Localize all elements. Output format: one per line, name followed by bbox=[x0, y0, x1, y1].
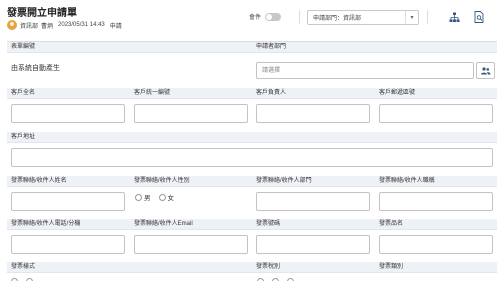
customer-zip-label: 客戶郵遞區號 bbox=[375, 88, 497, 99]
invoice-no-label: 發票號碼 bbox=[252, 219, 375, 230]
chevron-down-icon: ▾ bbox=[405, 11, 418, 24]
contact-gender-label: 發票聯絡/收件人性別 bbox=[130, 176, 252, 187]
dept-select-value: 申請部門：資訊部 bbox=[313, 16, 362, 22]
document-search-icon[interactable] bbox=[471, 9, 487, 25]
applicant-name: 曹炳 bbox=[41, 23, 54, 30]
customer-address-label: 客戶地址 bbox=[7, 132, 497, 143]
contact-title-label: 發票聯絡/收件人職稱 bbox=[375, 176, 497, 187]
product-name-input[interactable] bbox=[379, 235, 493, 254]
contact-name-label: 發票聯絡/收件人姓名 bbox=[7, 176, 130, 187]
product-name-label: 發票品名 bbox=[375, 219, 497, 230]
gender-male-radio[interactable]: 男 bbox=[135, 192, 151, 202]
gender-radio-group: 男 女 bbox=[135, 192, 174, 202]
contact-title-input[interactable] bbox=[379, 192, 493, 211]
invoice-no-input[interactable] bbox=[256, 235, 370, 254]
contact-phone-label: 發票聯絡/收件人電話/分機 bbox=[7, 219, 130, 230]
contact-phone-input[interactable] bbox=[11, 235, 125, 254]
people-icon bbox=[481, 66, 491, 74]
divider bbox=[427, 10, 428, 24]
customer-owner-input[interactable] bbox=[256, 104, 370, 123]
countersign-label: 會件 bbox=[249, 15, 262, 21]
form-no-label: 表單編號 bbox=[7, 42, 252, 53]
applicant-dept-label: 申請者部門 bbox=[252, 42, 497, 53]
divider bbox=[299, 10, 300, 24]
page-title: 發票開立申請單 bbox=[7, 8, 77, 19]
page-header: 發票開立申請單 資訊部 曹炳 2023/05/31 14:43 申請 會件 申請… bbox=[0, 0, 500, 38]
gender-male-label: 男 bbox=[144, 195, 151, 202]
contact-email-input[interactable] bbox=[134, 235, 248, 254]
contact-dept-label: 發票聯絡/收件人部門 bbox=[252, 176, 375, 187]
customer-taxid-label: 客戶統一編號 bbox=[130, 88, 252, 99]
invoice-form: 表單編號 申請者部門 由系統自動產生 請選擇 客戶全名 客戶統一編號 客戶負責人… bbox=[7, 41, 497, 281]
customer-taxid-input[interactable] bbox=[134, 104, 248, 123]
select-people-button[interactable] bbox=[476, 62, 495, 79]
applicant-action: 申請 bbox=[109, 23, 122, 30]
countersign-toggle[interactable] bbox=[265, 12, 282, 21]
customer-owner-label: 客戶負責人 bbox=[252, 88, 375, 99]
tax-type-label: 發票稅別 bbox=[252, 262, 375, 273]
gender-female-label: 女 bbox=[167, 195, 175, 202]
avatar bbox=[7, 20, 17, 30]
contact-dept-input[interactable] bbox=[256, 192, 370, 211]
customer-zip-input[interactable] bbox=[379, 104, 493, 123]
customer-name-input[interactable] bbox=[11, 104, 125, 123]
invoice-format-label: 發票樣式 bbox=[7, 262, 252, 273]
contact-email-label: 發票聯絡/收件人Email bbox=[130, 219, 252, 230]
customer-address-input[interactable] bbox=[11, 148, 493, 167]
invoice-category-label: 發票類別 bbox=[375, 262, 497, 273]
dept-select[interactable]: 申請部門：資訊部 ▾ bbox=[307, 10, 419, 25]
countersign-toggle-group: 會件 bbox=[249, 12, 282, 21]
contact-name-input[interactable] bbox=[11, 192, 125, 211]
applicant-meta: 資訊部 曹炳 2023/05/31 14:43 申請 bbox=[7, 19, 122, 31]
applicant-datetime: 2023/05/31 14:43 bbox=[58, 22, 105, 28]
applicant-dept: 資訊部 bbox=[20, 23, 39, 30]
form-no-value: 由系統自動產生 bbox=[11, 65, 60, 72]
gender-female-radio[interactable]: 女 bbox=[158, 192, 175, 202]
applicant-dept-input[interactable]: 請選擇 bbox=[256, 62, 474, 79]
org-chart-icon[interactable] bbox=[446, 9, 462, 25]
customer-name-label: 客戶全名 bbox=[7, 88, 130, 99]
